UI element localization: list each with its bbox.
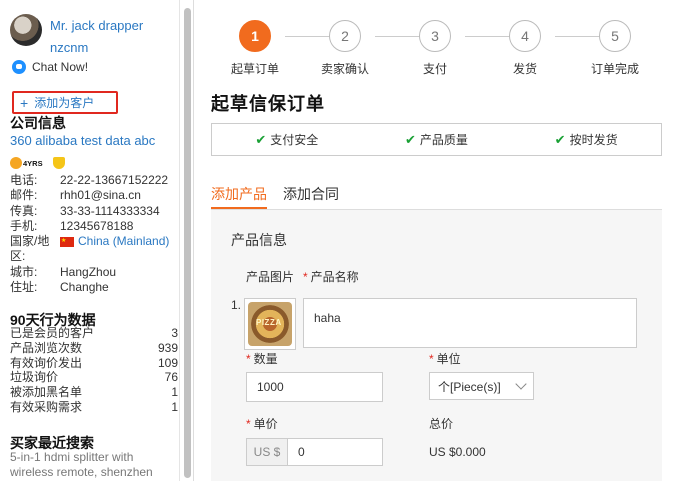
add-customer-button[interactable]: + 添加为客户 <box>12 91 118 114</box>
buyer-name-link[interactable]: Mr. jack drapper <box>50 18 143 33</box>
info-row-address: 住址: Changhe <box>10 280 109 295</box>
assurance-quality: ✔ 产品质量 <box>405 131 468 148</box>
unit-select[interactable]: 个[Piece(s)] <box>429 372 534 400</box>
gold-supplier-icon <box>52 157 65 169</box>
assurance-ontime: ✔ 按时发货 <box>554 131 618 148</box>
unit-price-input[interactable]: 0 <box>287 438 383 466</box>
chat-icon <box>12 60 26 74</box>
step-payment: 3 支付 <box>395 20 475 77</box>
info-row-region: 区: <box>10 249 26 264</box>
years-badge: 4YRS <box>10 157 43 169</box>
buyer-sidebar: Mr. jack drapper nzcnm Chat Now! + 添加为客户… <box>0 0 180 481</box>
step-complete: 5 订单完成 <box>575 20 655 77</box>
recent-search-text: 5-in-1 hdmi splitter with wireless remot… <box>10 450 153 479</box>
stat-row: 有效询价发出 109 <box>10 355 178 370</box>
chat-now-label: Chat Now! <box>32 60 89 74</box>
total-label: 总价 <box>429 417 454 431</box>
price-label: * 单价 <box>246 417 278 431</box>
tab-add-contract[interactable]: 添加合同 <box>283 180 339 209</box>
sun-icon <box>10 157 22 169</box>
plus-icon: + <box>20 94 29 111</box>
unit-label: * 单位 <box>429 352 461 366</box>
product-name-input[interactable]: haha <box>303 298 637 348</box>
step-draft-order: 1 起草订单 <box>215 20 295 77</box>
info-row-city: 城市: HangZhou <box>10 264 117 279</box>
check-icon: ✔ <box>405 131 416 147</box>
stat-row: 已是会员的客户 3 <box>10 326 178 340</box>
order-progress-steps: 1 起草订单 2 卖家确认 3 支付 4 发货 5 订单完成 <box>223 20 663 80</box>
product-name-label: * 产品名称 <box>303 270 359 284</box>
add-customer-label: 添加为客户 <box>34 96 95 110</box>
behavior-stats: 已是会员的客户 3 产品浏览次数 939 有效询价发出 109 垃圾询价 76 被添加黑… <box>10 326 178 415</box>
product-image-label: 产品图片 <box>246 270 295 284</box>
quantity-label: * 数量 <box>246 352 278 366</box>
check-icon: ✔ <box>255 131 267 147</box>
tab-add-product[interactable]: 添加产品 <box>211 180 267 209</box>
stat-row: 被添加黑名单 1 <box>10 385 178 400</box>
supplier-badges: 4YRS <box>10 157 65 169</box>
buyer-id-link[interactable]: nzcnm <box>50 40 88 55</box>
row-number: 1. <box>231 298 242 312</box>
company-section-title: 公司信息 <box>10 115 66 131</box>
order-main: 1 起草订单 2 卖家确认 3 支付 4 发货 5 订单完成 起草信保订单 ✔ 支… <box>195 0 678 481</box>
product-image[interactable] <box>244 298 296 350</box>
total-price-value: US $0.000 <box>429 445 486 459</box>
chevron-down-icon <box>515 378 527 390</box>
stat-row: 垃圾询价 76 <box>10 370 178 385</box>
step-shipping: 4 发货 <box>485 20 565 77</box>
check-icon: ✔ <box>554 131 566 147</box>
info-row-mobile: 手机: 12345678188 <box>10 218 134 233</box>
chat-now-button[interactable]: Chat Now! <box>12 60 88 74</box>
info-row-email: 邮件: rhh01@sina.cn <box>10 188 141 203</box>
info-row-country: 国家/地 China (Mainland) <box>10 234 175 249</box>
company-name-link[interactable]: 360 alibaba test data abc <box>10 133 155 148</box>
sidebar-scrollbar[interactable] <box>180 0 194 481</box>
stat-row: 产品浏览次数 939 <box>10 340 178 355</box>
trade-assurance-bar: ✔ 支付安全 ✔ 产品质量 ✔ 按时发货 <box>211 123 662 156</box>
pizza-image <box>248 302 292 346</box>
quantity-input[interactable]: 1000 <box>246 372 383 402</box>
panel-title: 产品信息 <box>231 232 287 248</box>
order-tabs: 添加产品 添加合同 <box>211 180 662 210</box>
scroll-thumb[interactable] <box>184 8 191 478</box>
step-seller-confirm: 2 卖家确认 <box>305 20 385 77</box>
avatar <box>10 14 42 46</box>
china-flag-icon <box>60 234 74 249</box>
stat-row: 有效采购需求 1 <box>10 399 178 414</box>
product-info-panel: 产品信息 产品图片 *产品名称 1. haha *数量 *单位 1000 个[P… <box>211 210 662 481</box>
required-mark: * <box>303 270 308 284</box>
assurance-payment: ✔ 支付安全 <box>255 131 319 148</box>
page-title: 起草信保订单 <box>211 94 325 114</box>
country-link[interactable]: China (Mainland) <box>60 234 169 249</box>
currency-prefix: US $ <box>246 438 288 466</box>
info-row-fax: 传真: 33-33-1114333334 <box>10 203 160 218</box>
company-info-table: 电话: 22-22-13667152222 邮件: rhh01@sina.cn 传真… <box>10 173 175 295</box>
info-row-phone: 电话: 22-22-13667152222 <box>10 173 169 187</box>
